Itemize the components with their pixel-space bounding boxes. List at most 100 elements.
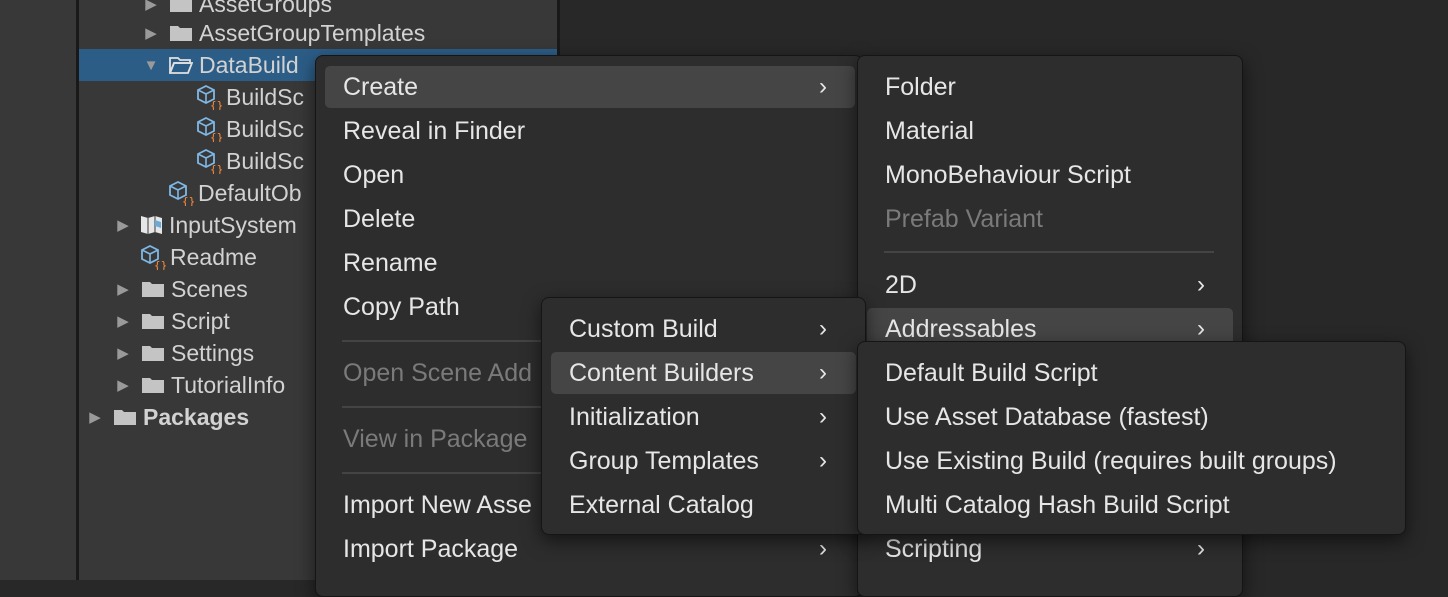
menu-item-label: Create <box>343 73 419 101</box>
menu-item-label: Import New Asse <box>343 491 532 519</box>
menu-item-content-builders[interactable]: Content Builders › <box>551 352 856 394</box>
tree-item-settings[interactable]: ▶ Settings <box>115 337 254 369</box>
tree-item-defaultobject[interactable]: {} DefaultOb <box>168 177 302 209</box>
menu-item-label: Import Package <box>343 535 519 563</box>
menu-item-custom-build[interactable]: Custom Build › <box>551 308 856 350</box>
expand-arrow-icon[interactable]: ▶ <box>87 408 103 426</box>
tree-item-buildscript[interactable]: {} BuildSc <box>196 145 304 177</box>
tree-item-label: AssetGroupTemplates <box>199 19 426 46</box>
svg-text:{}: {} <box>182 195 194 206</box>
scriptable-object-icon: {} <box>168 180 194 206</box>
svg-text:{}: {} <box>210 99 222 110</box>
menu-item-folder[interactable]: Folder <box>867 66 1233 108</box>
folder-open-icon <box>169 56 193 74</box>
menu-item-delete[interactable]: Delete <box>325 198 855 240</box>
collapse-arrow-icon[interactable]: ▼ <box>143 57 159 74</box>
tree-item-script[interactable]: ▶ Script <box>115 305 230 337</box>
menu-item-2d[interactable]: 2D › <box>867 264 1233 306</box>
menu-item-label: Default Build Script <box>885 359 1098 387</box>
scriptable-object-icon: {} <box>196 148 222 174</box>
menu-item-prefab-variant: Prefab Variant <box>867 198 1233 240</box>
expand-arrow-icon[interactable]: ▶ <box>115 344 131 362</box>
tree-item-label: Packages <box>143 403 250 430</box>
menu-item-label: Copy Path <box>343 293 460 321</box>
tree-item-label: InputSystem <box>169 211 297 238</box>
menu-item-use-asset-database[interactable]: Use Asset Database (fastest) <box>867 396 1397 438</box>
menu-item-use-existing-build[interactable]: Use Existing Build (requires built group… <box>867 440 1397 482</box>
scriptable-object-icon: {} <box>196 116 222 142</box>
menu-item-rename[interactable]: Rename <box>325 242 855 284</box>
folder-icon <box>113 408 137 426</box>
scriptable-object-icon: {} <box>140 244 166 270</box>
menu-separator <box>884 251 1214 253</box>
tree-item-buildscript[interactable]: {} BuildSc <box>196 81 304 113</box>
menu-item-label: Content Builders <box>569 359 754 387</box>
folder-icon <box>141 344 165 362</box>
editor-left-strip <box>0 0 76 580</box>
tree-item-buildscript[interactable]: {} BuildSc <box>196 113 304 145</box>
menu-item-label: Custom Build <box>569 315 718 343</box>
menu-item-label: View in Package <box>343 425 528 453</box>
tree-item-label: Script <box>171 307 230 334</box>
tree-item-scenes[interactable]: ▶ Scenes <box>115 273 248 305</box>
tree-item-assetgrouptemplates[interactable]: ▶ AssetGroupTemplates <box>79 17 557 49</box>
menu-item-reveal-in-finder[interactable]: Reveal in Finder <box>325 110 855 152</box>
tree-item-label: DataBuild <box>199 51 299 78</box>
svg-text:{}: {} <box>154 259 166 270</box>
menu-item-create[interactable]: Create › <box>325 66 855 108</box>
tree-item-label: BuildSc <box>226 147 304 174</box>
menu-item-initialization[interactable]: Initialization › <box>551 396 856 438</box>
svg-text:{}: {} <box>210 131 222 142</box>
menu-item-label: Use Asset Database (fastest) <box>885 403 1209 431</box>
menu-item-label: Reveal in Finder <box>343 117 526 145</box>
svg-text:{}: {} <box>210 163 222 174</box>
menu-item-label: Rename <box>343 249 438 277</box>
tree-item-label: DefaultOb <box>198 179 302 206</box>
menu-item-monobehaviour-script[interactable]: MonoBehaviour Script <box>867 154 1233 196</box>
tree-item-label: AssetGroups <box>199 0 332 17</box>
tree-item-readme[interactable]: {} Readme <box>140 241 257 273</box>
expand-arrow-icon[interactable]: ▶ <box>115 312 131 330</box>
menu-item-label: Initialization <box>569 403 700 431</box>
menu-item-label: Delete <box>343 205 416 233</box>
expand-arrow-icon[interactable]: ▶ <box>115 216 131 234</box>
tree-item-packages[interactable]: ▶ Packages <box>87 401 249 433</box>
tree-item-label: Settings <box>171 339 255 366</box>
chevron-right-icon: › <box>819 403 827 430</box>
menu-item-open[interactable]: Open <box>325 154 855 196</box>
tree-item-tutorialinfo[interactable]: ▶ TutorialInfo <box>115 369 285 401</box>
tree-item-label: Scenes <box>171 275 248 302</box>
menu-item-external-catalog[interactable]: External Catalog <box>551 484 856 526</box>
menu-item-label: Use Existing Build (requires built group… <box>885 447 1337 475</box>
tree-item-label: Readme <box>170 243 257 270</box>
menu-item-default-build-script[interactable]: Default Build Script <box>867 352 1397 394</box>
expand-arrow-icon[interactable]: ▶ <box>143 24 159 42</box>
content-builders-submenu: Default Build Script Use Asset Database … <box>857 341 1406 535</box>
menu-item-label: 2D <box>885 271 917 299</box>
chevron-right-icon: › <box>1197 271 1205 298</box>
folder-icon <box>169 24 193 42</box>
input-actions-icon <box>139 212 165 238</box>
menu-item-label: Material <box>885 117 974 145</box>
menu-item-material[interactable]: Material <box>867 110 1233 152</box>
expand-arrow-icon[interactable]: ▶ <box>115 280 131 298</box>
menu-item-label: Open <box>343 161 405 189</box>
menu-item-group-templates[interactable]: Group Templates › <box>551 440 856 482</box>
menu-item-label: Multi Catalog Hash Build Script <box>885 491 1230 519</box>
menu-item-multi-catalog-hash-build-script[interactable]: Multi Catalog Hash Build Script <box>867 484 1397 526</box>
addressables-submenu: Custom Build › Content Builders › Initia… <box>541 297 866 535</box>
folder-icon <box>141 376 165 394</box>
tree-item-label: BuildSc <box>226 83 304 110</box>
chevron-right-icon: › <box>819 73 827 100</box>
expand-arrow-icon[interactable]: ▶ <box>143 0 159 13</box>
menu-item-label: Prefab Variant <box>885 205 1043 233</box>
expand-arrow-icon[interactable]: ▶ <box>115 376 131 394</box>
menu-item-label: MonoBehaviour Script <box>885 161 1131 189</box>
tree-item-inputsystem[interactable]: ▶ InputSystem <box>115 209 297 241</box>
chevron-right-icon: › <box>819 315 827 342</box>
folder-icon <box>169 0 193 13</box>
tree-item-label: BuildSc <box>226 115 304 142</box>
chevron-right-icon: › <box>819 447 827 474</box>
menu-item-label: Open Scene Add <box>343 359 533 387</box>
chevron-right-icon: › <box>819 359 827 386</box>
